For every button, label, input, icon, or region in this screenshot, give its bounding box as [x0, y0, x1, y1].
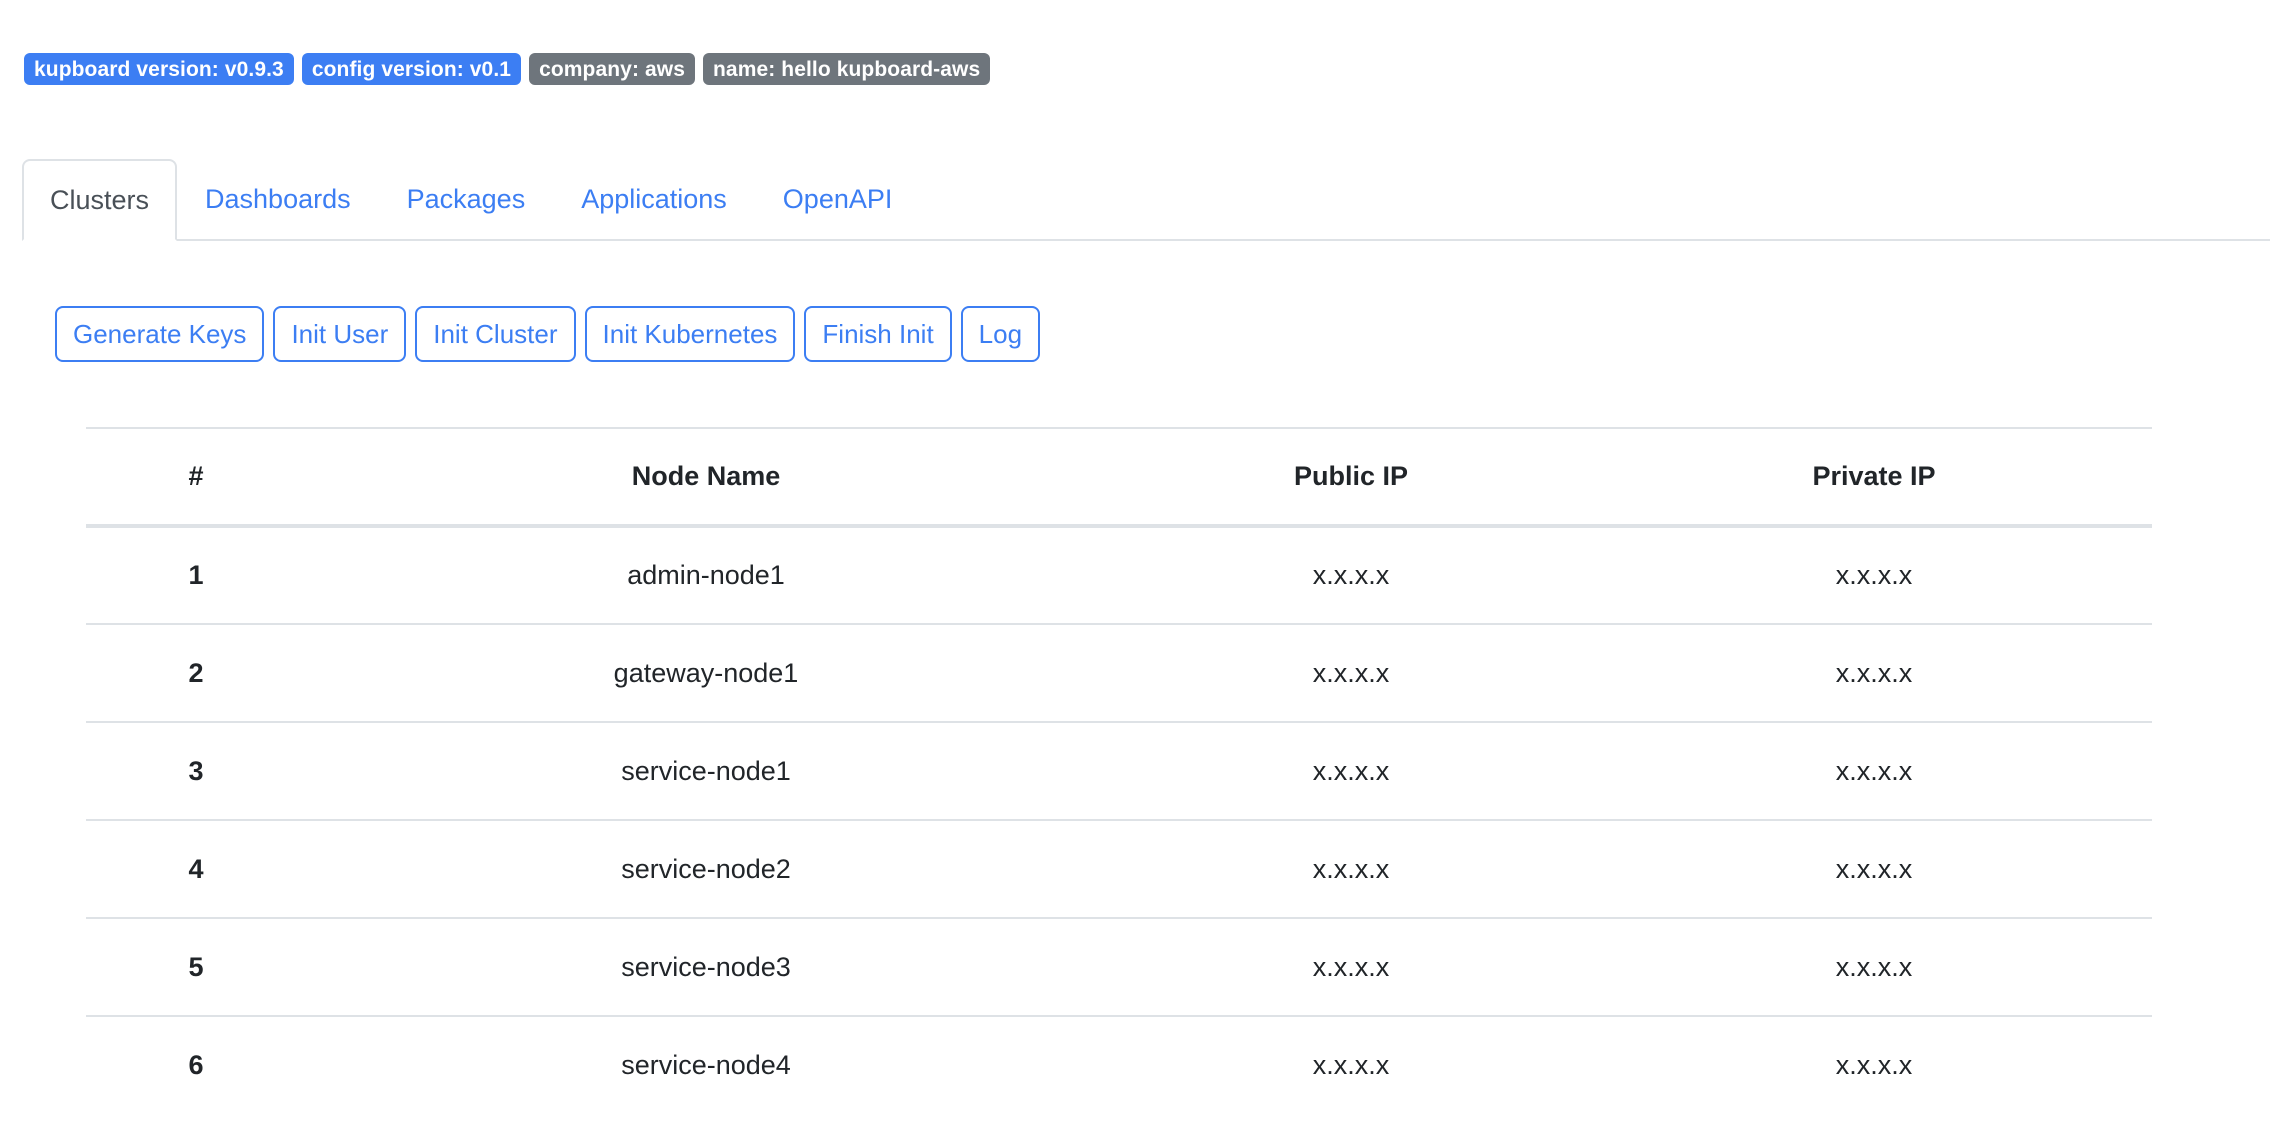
- init-cluster-button[interactable]: Init Cluster: [415, 306, 576, 362]
- tab-packages[interactable]: Packages: [379, 159, 554, 239]
- private-ip-cell: x.x.x.x: [1596, 623, 2152, 722]
- node-name-cell: service-node4: [306, 1015, 1106, 1114]
- private-ip-cell: x.x.x.x: [1596, 721, 2152, 820]
- private-ip-cell: x.x.x.x: [1596, 1015, 2152, 1114]
- table-row: 4 service-node2 x.x.x.x x.x.x.x: [86, 819, 2152, 918]
- private-ip-cell: x.x.x.x: [1596, 819, 2152, 918]
- table-row: 6 service-node4 x.x.x.x x.x.x.x: [86, 1015, 2152, 1114]
- tab-openapi[interactable]: OpenAPI: [755, 159, 921, 239]
- column-header-private-ip: Private IP: [1596, 427, 2152, 528]
- public-ip-cell: x.x.x.x: [1106, 525, 1596, 624]
- table-row: 1 admin-node1 x.x.x.x x.x.x.x: [86, 525, 2152, 624]
- init-kubernetes-button[interactable]: Init Kubernetes: [584, 306, 796, 362]
- generate-keys-button[interactable]: Generate Keys: [55, 306, 265, 362]
- node-name-cell: service-node3: [306, 917, 1106, 1016]
- row-index: 3: [86, 721, 306, 820]
- node-name-cell: gateway-node1: [306, 623, 1106, 722]
- cluster-action-toolbar: Generate Keys Init User Init Cluster Init K…: [55, 306, 1041, 362]
- public-ip-cell: x.x.x.x: [1106, 721, 1596, 820]
- main-tab-bar: Clusters Dashboards Packages Applications Op…: [22, 159, 2270, 241]
- finish-init-button[interactable]: Finish Init: [804, 306, 952, 362]
- tab-applications[interactable]: Applications: [553, 159, 755, 239]
- public-ip-cell: x.x.x.x: [1106, 819, 1596, 918]
- column-header-node-name: Node Name: [306, 427, 1106, 528]
- tab-dashboards[interactable]: Dashboards: [177, 159, 379, 239]
- table-row: 2 gateway-node1 x.x.x.x x.x.x.x: [86, 623, 2152, 722]
- tab-clusters[interactable]: Clusters: [22, 159, 178, 241]
- meta-badge-strip: kupboard version: v0.9.3 config version: …: [24, 53, 991, 85]
- node-name-cell: service-node2: [306, 819, 1106, 918]
- node-table-head: # Node Name Public IP Private IP: [86, 427, 2152, 528]
- node-table: # Node Name Public IP Private IP 1 admin-…: [86, 427, 2152, 1114]
- table-row: 3 service-node1 x.x.x.x x.x.x.x: [86, 721, 2152, 820]
- column-header-index: #: [86, 427, 306, 528]
- public-ip-cell: x.x.x.x: [1106, 1015, 1596, 1114]
- node-name-cell: service-node1: [306, 721, 1106, 820]
- row-index: 2: [86, 623, 306, 722]
- public-ip-cell: x.x.x.x: [1106, 623, 1596, 722]
- column-header-public-ip: Public IP: [1106, 427, 1596, 528]
- public-ip-cell: x.x.x.x: [1106, 917, 1596, 1016]
- meta-badge: name: hello kupboard-aws: [702, 53, 991, 85]
- row-index: 6: [86, 1015, 306, 1114]
- node-table-body: 1 admin-node1 x.x.x.x x.x.x.x 2 gateway-node1…: [86, 525, 2152, 1114]
- meta-badge: kupboard version: v0.9.3: [24, 53, 294, 85]
- log-button[interactable]: Log: [960, 306, 1041, 362]
- table-row: 5 service-node3 x.x.x.x x.x.x.x: [86, 917, 2152, 1016]
- meta-badge: config version: v0.1: [301, 53, 522, 85]
- row-index: 5: [86, 917, 306, 1016]
- table-header-row: # Node Name Public IP Private IP: [86, 427, 2152, 528]
- row-index: 1: [86, 525, 306, 624]
- node-name-cell: admin-node1: [306, 525, 1106, 624]
- meta-badge: company: aws: [529, 53, 695, 85]
- row-index: 4: [86, 819, 306, 918]
- private-ip-cell: x.x.x.x: [1596, 525, 2152, 624]
- private-ip-cell: x.x.x.x: [1596, 917, 2152, 1016]
- init-user-button[interactable]: Init User: [273, 306, 407, 362]
